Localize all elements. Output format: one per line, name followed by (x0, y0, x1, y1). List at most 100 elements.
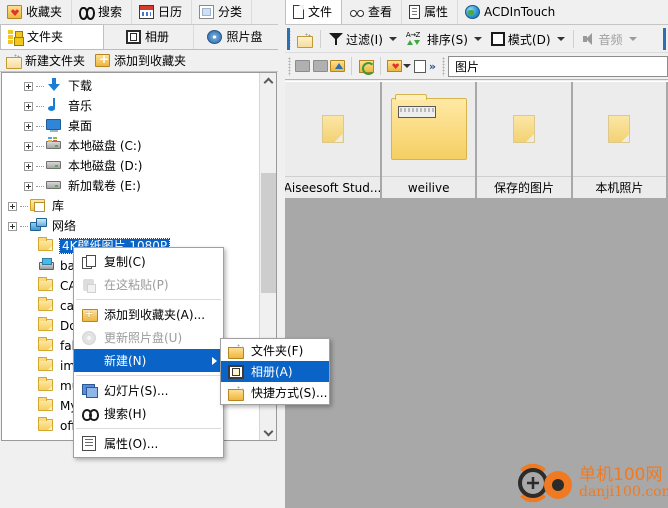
thumbnail-item[interactable]: 保存的图片 (477, 82, 571, 198)
submenu-item[interactable]: 快捷方式(S)... (221, 382, 329, 403)
tree-item-label: 新加载卷 (E:) (68, 179, 141, 193)
add-to-favorites-button[interactable]: 添加到收藏夹 (93, 51, 192, 70)
watermark-text: 单机100网 danji100.com (579, 466, 668, 500)
thumbnail-item[interactable]: 本机照片 (572, 82, 666, 198)
tree-connector (36, 125, 44, 127)
tree-item[interactable]: 本地磁盘 (D:) (2, 156, 259, 176)
tab-calendar[interactable]: 日历 (132, 0, 193, 24)
tab-search[interactable]: 搜索 (72, 0, 133, 24)
photo-disc-icon (207, 30, 223, 44)
album-icon (125, 30, 141, 44)
tab-album-label: 相册 (144, 30, 169, 44)
tree-connector (20, 205, 28, 207)
thumbnail-image (573, 82, 666, 176)
address-grip[interactable] (442, 56, 446, 76)
tree-expander-icon[interactable] (24, 101, 33, 111)
submenu-item[interactable]: 文件夹(F) (221, 340, 329, 361)
drive-icon (46, 178, 64, 194)
context-menu-item[interactable]: 搜索(H) (74, 402, 223, 425)
context-menu-item-label: 幻灯片(S)... (104, 384, 169, 398)
context-menu-item[interactable]: 属性(O)... (74, 432, 223, 455)
tree-connector (36, 185, 44, 187)
tab-file[interactable]: 文件 (285, 0, 343, 24)
tree-expander-icon[interactable] (24, 161, 33, 171)
tab-album[interactable]: 相册 (104, 25, 194, 49)
content-area[interactable]: Aiseesoft Stud... weilive 保存的图片 本机照片 (285, 81, 668, 508)
submenu-item-label: 相册(A) (251, 365, 293, 379)
favorites-dropdown-button[interactable] (386, 56, 403, 76)
submenu-item[interactable]: 相册(A) (221, 361, 329, 382)
tab-view[interactable]: 查看 (342, 0, 403, 24)
tab-photo-disc[interactable]: 照片盘 (194, 25, 278, 49)
thumbnail-image (382, 82, 475, 176)
context-menu-item[interactable]: 添加到收藏夹(A)... (74, 303, 223, 326)
favorites-caret-icon[interactable] (403, 64, 412, 68)
tree-item[interactable]: 新加载卷 (E:) (2, 176, 259, 196)
tree-item[interactable]: 本地磁盘 (C:) (2, 136, 259, 156)
tree-item[interactable]: 音乐 (2, 96, 259, 116)
thumbnail-caption: Aiseesoft Stud... (285, 176, 380, 198)
context-menu-item-label: 新建(N) (104, 354, 147, 368)
tab-search-label: 搜索 (98, 5, 123, 19)
watermark: 单机100网 danji100.com (516, 460, 668, 506)
properties-panel-button[interactable] (411, 56, 428, 76)
address-bar[interactable]: 图片 (448, 55, 668, 77)
scrollbar-thumb[interactable] (261, 173, 276, 293)
slideshow-icon (78, 382, 100, 400)
tree-expander-icon[interactable] (24, 81, 33, 91)
menu-separator (76, 299, 221, 300)
submenu-item-label: 快捷方式(S)... (251, 386, 328, 400)
overflow-chevrons-icon[interactable]: » (429, 60, 436, 73)
tab-categories[interactable]: 分类 (192, 0, 253, 24)
context-menu-item[interactable]: 新建(N) (74, 349, 223, 372)
scroll-up-button[interactable] (260, 73, 276, 90)
application-window: 收藏夹 搜索 日历 分类 文件夹 相册 照片盘 新建文件夹 + 添加到收藏夹 下… (0, 0, 668, 508)
thumbnail-item[interactable]: Aiseesoft Stud... (285, 82, 380, 198)
globe-icon (465, 5, 481, 19)
download-icon (46, 78, 64, 94)
system-drive-icon (46, 137, 64, 154)
tree-expander-icon[interactable] (8, 201, 17, 211)
binoculars-icon (78, 405, 100, 423)
mode-icon (490, 32, 505, 46)
tab-properties[interactable]: 属性 (402, 0, 459, 24)
tree-item-label: 网络 (52, 219, 77, 233)
tree-item[interactable]: 网络 (2, 216, 259, 236)
context-menu-item[interactable]: 复制(C) (74, 250, 223, 273)
nav-separator-1 (351, 57, 353, 75)
tab-folders[interactable]: 文件夹 (0, 24, 104, 49)
tree-expander-icon[interactable] (8, 221, 17, 231)
thumbnail-item[interactable]: weilive (382, 82, 476, 198)
submenu-arrow-icon (212, 356, 217, 365)
context-submenu-new[interactable]: 文件夹(F) 相册(A) 快捷方式(S)... (220, 338, 330, 405)
context-menu-item[interactable]: 幻灯片(S)... (74, 379, 223, 402)
tree-expander-icon[interactable] (24, 141, 33, 151)
toolbar-mode-button[interactable]: 模式(D) (488, 28, 554, 50)
scroll-down-button[interactable] (260, 423, 276, 440)
tab-view-label: 查看 (368, 5, 393, 19)
new-shortcut-icon (225, 384, 247, 402)
menu-separator (76, 375, 221, 376)
tab-acdintouch[interactable]: ACDInTouch (458, 0, 565, 24)
context-menu-item: 更新照片盘(U) (74, 326, 223, 349)
refresh-button[interactable] (357, 56, 375, 76)
tree-expander-icon[interactable] (24, 121, 33, 131)
pane-splitter[interactable] (278, 0, 285, 508)
right-toolbar-nav: » 图片 (285, 53, 668, 80)
properties-doc-icon (409, 5, 421, 19)
new-folder-button[interactable]: 新建文件夹 (4, 51, 91, 70)
drive-icon (46, 158, 64, 174)
tree-item[interactable]: 桌面 (2, 116, 259, 136)
nav-toolbar-grip[interactable] (288, 56, 291, 76)
context-menu[interactable]: 复制(C) 在这粘贴(P) 添加到收藏夹(A)... 更新照片盘(U) 新建(N) 幻灯片… (73, 247, 224, 458)
thumbnail-list[interactable]: Aiseesoft Stud... weilive 保存的图片 本机照片 (285, 82, 668, 200)
tab-favorites[interactable]: 收藏夹 (0, 0, 73, 24)
tree-item-label: 下载 (68, 79, 93, 93)
tree-item[interactable]: 库 (2, 196, 259, 216)
tree-connector (36, 85, 44, 87)
tree-expander-icon[interactable] (24, 181, 33, 191)
up-folder-button[interactable] (329, 56, 346, 76)
folder-icon (38, 277, 56, 294)
tree-item[interactable]: 下载 (2, 76, 259, 96)
view-eyes-icon (349, 5, 365, 19)
